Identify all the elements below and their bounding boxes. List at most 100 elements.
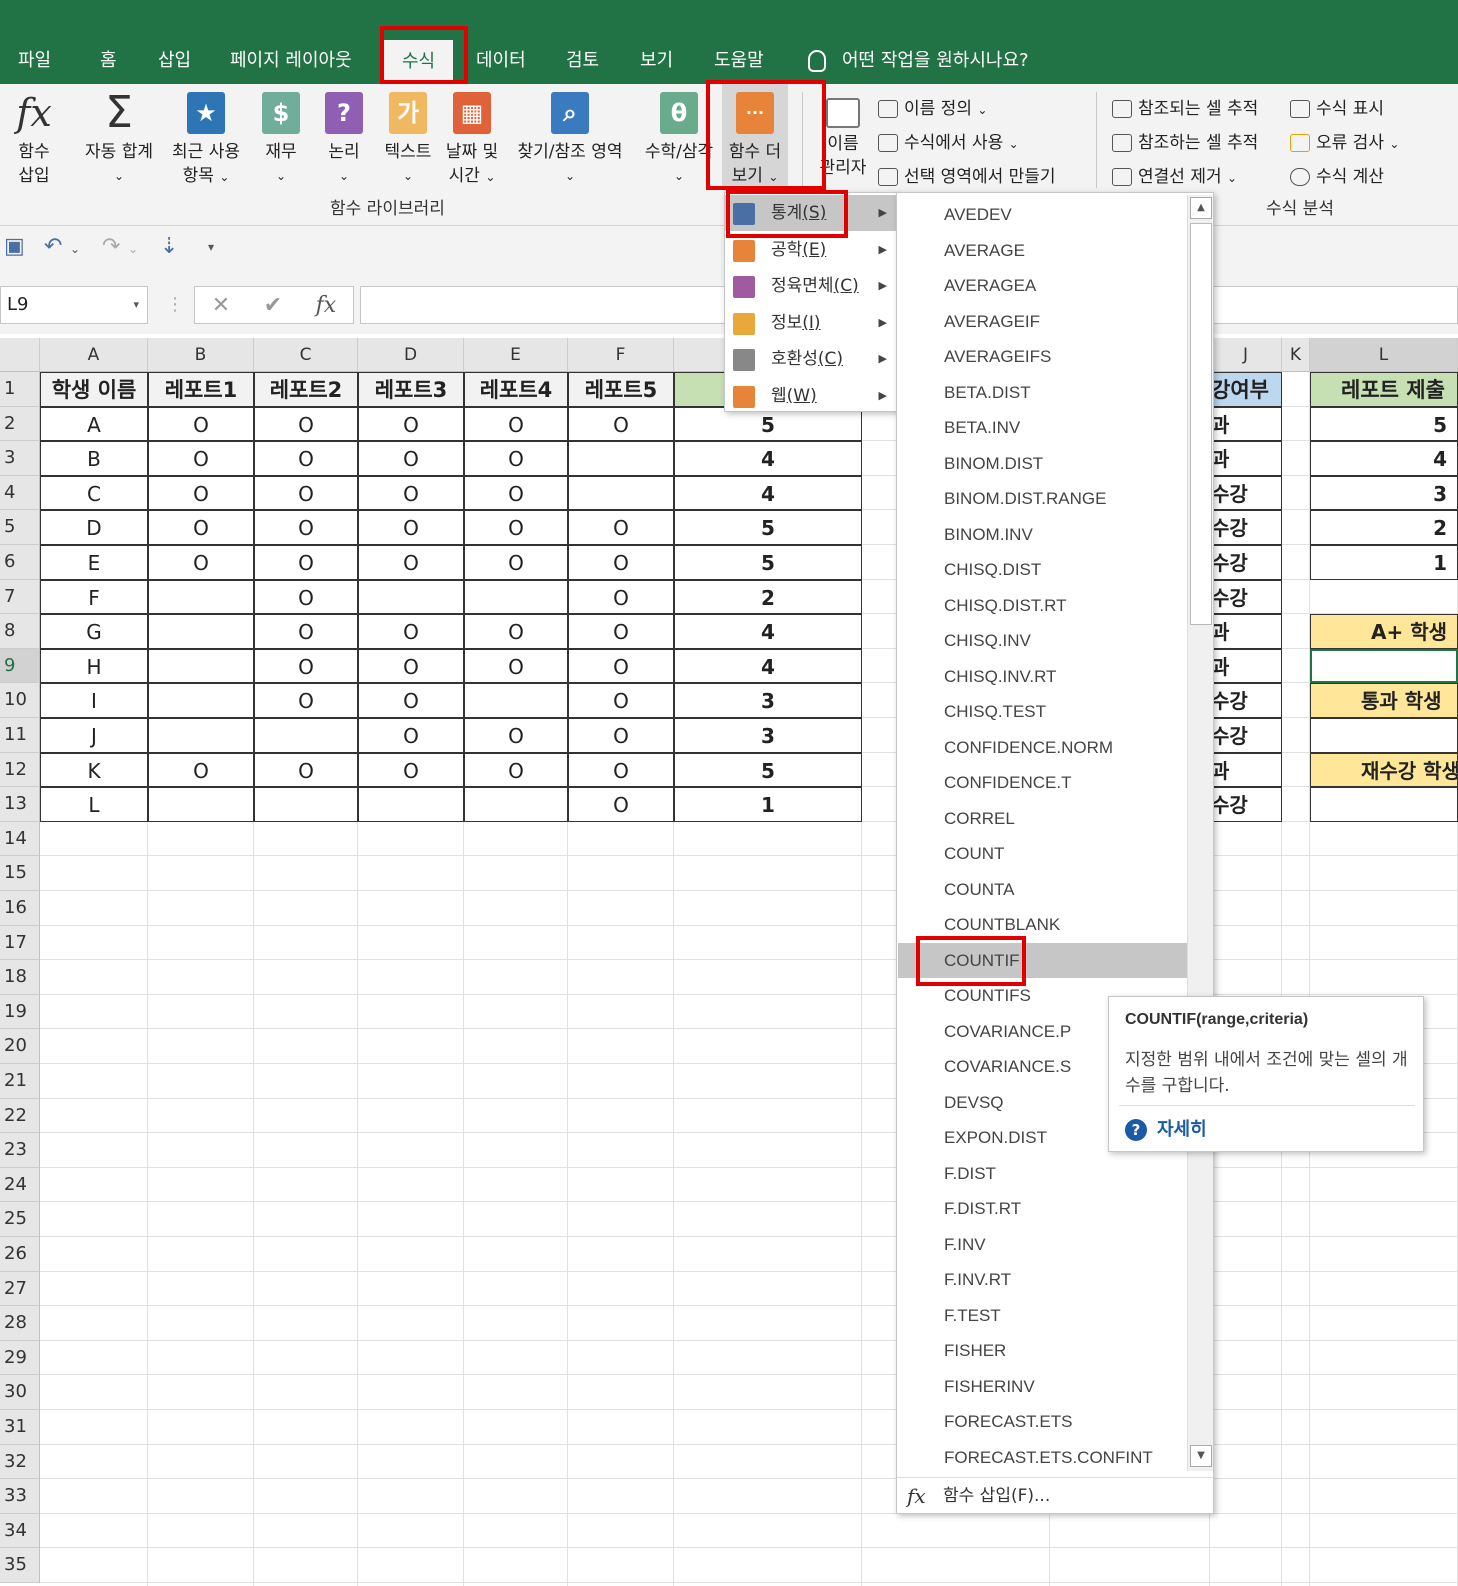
- table-cell[interactable]: O: [358, 475, 464, 511]
- table-cell[interactable]: O: [148, 475, 254, 511]
- column-header-F[interactable]: F: [568, 338, 674, 372]
- table-cell[interactable]: B: [40, 441, 148, 476]
- row-header[interactable]: 13: [0, 787, 40, 822]
- scroll-up-icon[interactable]: ▲: [1190, 197, 1212, 219]
- redo-icon[interactable]: ↷: [102, 234, 120, 259]
- function-item[interactable]: F.INV.RT: [898, 1262, 1188, 1298]
- table-cell[interactable]: G: [40, 614, 148, 649]
- function-item[interactable]: CONFIDENCE.T: [898, 765, 1188, 801]
- math-trig-button[interactable]: θ 수학/삼각 ⌄: [638, 84, 720, 188]
- function-item[interactable]: CHISQ.TEST: [898, 694, 1188, 730]
- submenu-item-5[interactable]: 웹(W) ▶: [725, 378, 897, 414]
- table-cell[interactable]: O: [464, 475, 568, 511]
- table-cell[interactable]: 과: [1210, 406, 1282, 442]
- row-header[interactable]: 3: [0, 441, 40, 476]
- row-header[interactable]: 18: [0, 960, 40, 995]
- row-header[interactable]: 11: [0, 718, 40, 753]
- scrollbar[interactable]: ▲ ▼: [1187, 195, 1213, 1471]
- table-cell[interactable]: 과: [1210, 441, 1282, 476]
- table-cell[interactable]: 재수강 학생: [1310, 752, 1458, 788]
- row-header[interactable]: 20: [0, 1029, 40, 1064]
- table-cell[interactable]: O: [568, 579, 674, 615]
- function-item[interactable]: BINOM.DIST: [898, 446, 1188, 482]
- tab-8[interactable]: 도움말: [710, 44, 768, 78]
- table-cell[interactable]: O: [464, 614, 568, 649]
- table-cell[interactable]: 4: [674, 648, 862, 684]
- function-item[interactable]: F.TEST: [898, 1298, 1188, 1334]
- recently-used-button[interactable]: ★ 최근 사용 항목 ⌄: [166, 84, 246, 189]
- table-header-cell[interactable]: 레포트2: [254, 372, 358, 407]
- table-cell[interactable]: O: [148, 545, 254, 580]
- row-header[interactable]: 30: [0, 1375, 40, 1410]
- row-header[interactable]: 14: [0, 821, 40, 857]
- table-cell[interactable]: 3: [1310, 475, 1458, 511]
- row-header[interactable]: 31: [0, 1410, 40, 1445]
- row-header[interactable]: 6: [0, 545, 40, 580]
- table-cell[interactable]: O: [148, 441, 254, 476]
- table-cell[interactable]: O: [568, 406, 674, 442]
- function-item[interactable]: CONFIDENCE.NORM: [898, 730, 1188, 766]
- table-cell[interactable]: E: [40, 545, 148, 580]
- table-cell[interactable]: [464, 579, 568, 615]
- function-item[interactable]: F.DIST.RT: [898, 1191, 1188, 1227]
- table-cell[interactable]: O: [358, 718, 464, 753]
- row-header[interactable]: 15: [0, 856, 40, 891]
- function-item[interactable]: AVERAGE: [898, 233, 1188, 269]
- table-cell[interactable]: [358, 787, 464, 822]
- function-item[interactable]: CHISQ.INV: [898, 623, 1188, 659]
- trace-dependents-button[interactable]: 참조하는 셀 추적: [1112, 128, 1258, 153]
- table-cell[interactable]: 4: [674, 441, 862, 476]
- function-item[interactable]: F.DIST: [898, 1156, 1188, 1192]
- function-item[interactable]: FORECAST.ETS.CONFINT: [898, 1440, 1188, 1476]
- table-cell[interactable]: O: [254, 683, 358, 718]
- function-item[interactable]: AVERAGEIF: [898, 304, 1188, 340]
- table-cell[interactable]: L: [40, 787, 148, 822]
- row-header[interactable]: 10: [0, 683, 40, 718]
- table-cell[interactable]: O: [464, 441, 568, 476]
- function-item[interactable]: AVERAGEA: [898, 268, 1188, 304]
- enter-icon[interactable]: ✔: [264, 293, 282, 318]
- table-cell[interactable]: O: [358, 752, 464, 788]
- table-cell[interactable]: O: [254, 406, 358, 442]
- table-cell[interactable]: O: [568, 510, 674, 545]
- row-header[interactable]: 29: [0, 1340, 40, 1376]
- table-cell[interactable]: C: [40, 475, 148, 511]
- column-header-D[interactable]: D: [358, 338, 464, 372]
- table-cell[interactable]: [464, 787, 568, 822]
- column-header-J[interactable]: J: [1210, 338, 1282, 372]
- table-cell[interactable]: O: [464, 545, 568, 580]
- row-header[interactable]: 19: [0, 994, 40, 1030]
- table-cell[interactable]: O: [568, 683, 674, 718]
- financial-button[interactable]: $ 재무 ⌄: [258, 84, 304, 188]
- table-cell[interactable]: [148, 648, 254, 684]
- insert-function-button[interactable]: fx 함수 삽입: [8, 84, 60, 188]
- tab-3[interactable]: 페이지 레이아웃: [226, 44, 356, 78]
- table-cell[interactable]: O: [464, 752, 568, 788]
- error-checking-button[interactable]: 오류 검사 ⌄: [1290, 128, 1399, 153]
- trace-precedents-button[interactable]: 참조되는 셀 추적: [1112, 94, 1258, 119]
- customize-qat-icon[interactable]: ▾: [208, 240, 214, 254]
- row-header[interactable]: 16: [0, 891, 40, 926]
- row-header[interactable]: 2: [0, 406, 40, 442]
- table-header-cell[interactable]: 학생 이름: [40, 372, 148, 407]
- table-cell[interactable]: O: [254, 441, 358, 476]
- function-item[interactable]: COUNTA: [898, 872, 1188, 908]
- column-header-A[interactable]: A: [40, 338, 148, 372]
- logical-button[interactable]: ? 논리 ⌄: [322, 84, 366, 188]
- table-cell[interactable]: 수강: [1210, 787, 1282, 822]
- table-cell[interactable]: O: [254, 752, 358, 788]
- table-cell[interactable]: O: [568, 545, 674, 580]
- table-cell[interactable]: 5: [674, 752, 862, 788]
- row-header[interactable]: 8: [0, 614, 40, 649]
- submenu-item-4[interactable]: 호환성(C) ▶: [725, 341, 897, 377]
- insert-function-menu-item[interactable]: fx 함수 삽입(F)...: [897, 1477, 1213, 1513]
- function-item[interactable]: BETA.DIST: [898, 375, 1188, 411]
- function-item[interactable]: COUNTBLANK: [898, 907, 1188, 943]
- table-cell[interactable]: [148, 579, 254, 615]
- more-functions-button[interactable]: ··· 함수 더 보기 ⌄: [722, 84, 788, 188]
- table-cell[interactable]: [254, 787, 358, 822]
- table-header-cell[interactable]: 강여부: [1210, 372, 1282, 407]
- row-header[interactable]: 7: [0, 579, 40, 615]
- table-cell[interactable]: O: [254, 648, 358, 684]
- table-cell[interactable]: O: [464, 648, 568, 684]
